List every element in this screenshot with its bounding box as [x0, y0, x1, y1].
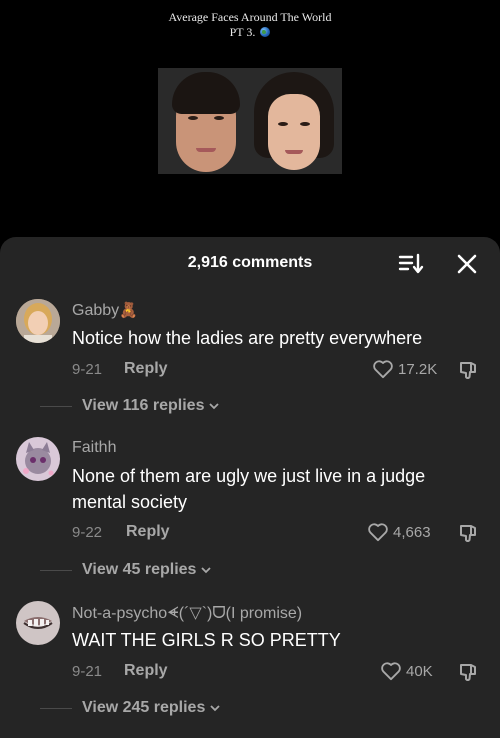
comment-item: Not-a-psychoᗛ(´▽`)ᗜ(I promise) WAIT THE …	[0, 599, 500, 729]
heart-icon	[373, 360, 393, 379]
female-face	[252, 72, 336, 174]
view-replies-button[interactable]: View 45 replies	[40, 561, 212, 579]
avatar[interactable]	[16, 299, 60, 343]
dislike-icon[interactable]	[456, 522, 480, 546]
comment-text: None of them are ugly we just live in a …	[72, 466, 426, 512]
comment-text: Notice how the ladies are pretty everywh…	[72, 328, 423, 348]
comment-count: 2,916 comments	[187, 254, 313, 271]
avatar[interactable]	[16, 601, 60, 645]
like-button[interactable]: 17.2K	[372, 359, 437, 379]
dislike-icon[interactable]	[456, 359, 480, 383]
average-faces-image	[158, 68, 342, 174]
comment-item: Gabby🧸 Notice how the ladies are pretty …	[0, 297, 500, 417]
comments-header: 2,916 comments	[0, 237, 500, 289]
video-area[interactable]: Average Faces Around The World PT 3.	[0, 0, 500, 250]
comments-sheet: 2,916 comments Gabby🧸 Notice how the lad…	[0, 237, 500, 738]
teddy-bear-emoji: 🧸	[119, 302, 138, 319]
view-replies-button[interactable]: View 116 replies	[40, 397, 220, 415]
comment-date: 9-21	[72, 663, 103, 680]
dislike-icon[interactable]	[456, 661, 480, 685]
video-title-line2: PT 3.	[0, 25, 500, 40]
comment-username[interactable]: Not-a-psychoᗛ(´▽`)ᗜ(I promise)	[72, 603, 302, 623]
view-replies-button[interactable]: View 245 replies	[40, 699, 221, 717]
like-count: 4,663	[393, 523, 431, 541]
comment-username[interactable]: Gabby🧸	[72, 301, 138, 320]
like-count: 40K	[406, 662, 433, 680]
reply-button[interactable]: Reply	[124, 662, 168, 680]
avatar[interactable]	[16, 437, 60, 481]
comment-text: WAIT THE GIRLS R SO PRETTY	[72, 630, 341, 650]
video-title-line1: Average Faces Around The World	[168, 10, 332, 24]
male-face	[164, 72, 248, 174]
comment-date: 9-22	[72, 524, 103, 541]
comment-item: Faithh None of them are ugly we just liv…	[0, 435, 500, 579]
close-icon[interactable]	[454, 251, 480, 277]
comment-date: 9-21	[72, 361, 103, 378]
like-count: 17.2K	[398, 360, 438, 378]
video-title: Average Faces Around The World PT 3.	[0, 10, 500, 40]
heart-icon	[381, 662, 401, 681]
chevron-down-icon	[209, 403, 220, 410]
reply-button[interactable]: Reply	[124, 360, 168, 378]
chevron-down-icon	[201, 567, 212, 574]
heart-icon	[368, 523, 388, 542]
like-button[interactable]: 4,663	[367, 522, 431, 542]
chevron-down-icon	[210, 705, 220, 712]
like-button[interactable]: 40K	[380, 661, 433, 681]
globe-icon	[260, 27, 271, 37]
reply-button[interactable]: Reply	[126, 523, 170, 541]
comment-username[interactable]: Faithh	[72, 439, 116, 457]
sort-icon[interactable]	[398, 251, 424, 277]
